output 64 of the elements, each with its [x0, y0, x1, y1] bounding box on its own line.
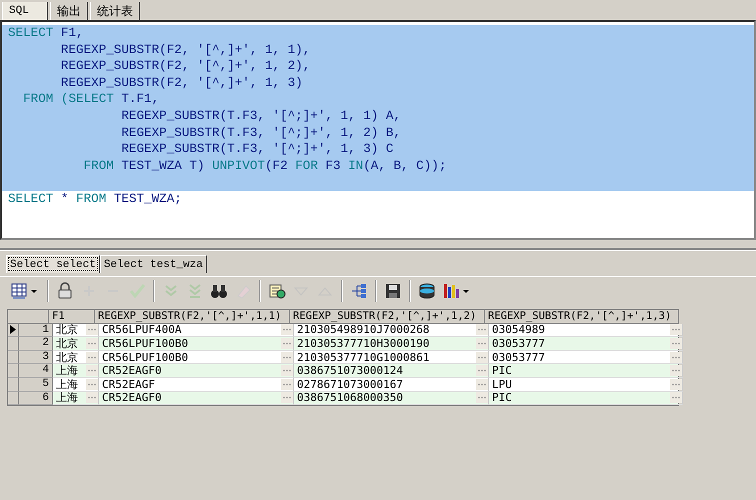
- ellipsis-icon[interactable]: [281, 352, 293, 363]
- table-cell: PIC: [492, 364, 512, 378]
- editor-tab[interactable]: 输出: [50, 2, 88, 20]
- row-number: 5: [19, 378, 53, 392]
- table-cell: 北京: [56, 323, 78, 336]
- ellipsis-icon[interactable]: [670, 352, 682, 363]
- table-cell: PIC: [492, 391, 512, 404]
- ellipsis-icon[interactable]: [281, 365, 293, 376]
- table-cell: 0278671073000167: [297, 378, 403, 391]
- row-number: 4: [19, 364, 53, 378]
- sql-editor[interactable]: [0, 20, 756, 240]
- ellipsis-icon[interactable]: [281, 338, 293, 349]
- table-cell: 210305377710G1000861: [297, 350, 430, 364]
- ellipsis-icon[interactable]: [670, 378, 682, 390]
- table-cell: 0386751073000124: [297, 364, 403, 378]
- ellipsis-icon[interactable]: [281, 378, 293, 390]
- ellipsis-icon[interactable]: [476, 352, 488, 363]
- ellipsis-icon[interactable]: [476, 324, 488, 336]
- ellipsis-icon[interactable]: [476, 338, 488, 349]
- table-cell: CR56LPUF100B0: [102, 336, 188, 350]
- ellipsis-icon[interactable]: [86, 338, 98, 349]
- column-header[interactable]: REGEXP_SUBSTR(F2,'[^,]+',1,2): [290, 310, 485, 324]
- ellipsis-icon[interactable]: [281, 392, 293, 404]
- table-cell: 北京: [56, 336, 78, 350]
- table-cell: 上海: [56, 364, 78, 378]
- code-line: SELECT * FROM TEST_WZA;: [7, 190, 183, 208]
- ellipsis-icon[interactable]: [476, 378, 488, 390]
- table-cell: CR56LPUF100B0: [102, 350, 188, 364]
- editor-tab[interactable]: SQL: [2, 2, 48, 20]
- row-number: 1: [19, 324, 53, 338]
- ellipsis-icon[interactable]: [670, 324, 682, 336]
- column-header[interactable]: REGEXP_SUBSTR(F2,'[^,]+',1,3): [485, 310, 679, 324]
- ellipsis-icon[interactable]: [476, 365, 488, 376]
- ellipsis-icon[interactable]: [670, 392, 682, 404]
- table-cell: CR52EAGF0: [102, 391, 162, 404]
- row-number: 6: [19, 392, 53, 406]
- column-header[interactable]: REGEXP_SUBSTR(F2,'[^,]+',1,1): [95, 310, 290, 324]
- ellipsis-icon[interactable]: [670, 365, 682, 376]
- row-number: 2: [19, 337, 53, 351]
- table-cell: 0386751068000350: [297, 391, 403, 404]
- table-cell: 上海: [56, 378, 78, 391]
- result-tab[interactable]: Select select: [6, 255, 100, 273]
- ellipsis-icon[interactable]: [86, 378, 98, 390]
- ellipsis-icon[interactable]: [281, 324, 293, 336]
- table-cell: 03054989: [492, 323, 545, 336]
- table-cell: 210305498910J7000268: [297, 323, 430, 336]
- row-number: 3: [19, 350, 53, 364]
- result-tab[interactable]: Select test_wza: [100, 255, 207, 273]
- ellipsis-icon[interactable]: [86, 352, 98, 363]
- ellipsis-icon[interactable]: [476, 392, 488, 404]
- table-cell: CR56LPUF400A: [102, 323, 182, 336]
- table-cell: 03053777: [492, 336, 545, 350]
- table-cell: CR52EAGF: [102, 378, 155, 391]
- ellipsis-icon[interactable]: [86, 365, 98, 376]
- ellipsis-icon[interactable]: [86, 392, 98, 404]
- ellipsis-icon[interactable]: [670, 338, 682, 349]
- table-cell: 03053777: [492, 350, 545, 364]
- table-cell: CR52EAGF0: [102, 364, 162, 378]
- table-cell: 210305377710H3000190: [297, 336, 430, 350]
- editor-tab[interactable]: 统计表: [90, 2, 140, 20]
- table-cell: LPU: [492, 378, 512, 391]
- table-cell: 上海: [56, 391, 78, 404]
- table-cell: 北京: [56, 350, 78, 364]
- ellipsis-icon[interactable]: [86, 324, 98, 336]
